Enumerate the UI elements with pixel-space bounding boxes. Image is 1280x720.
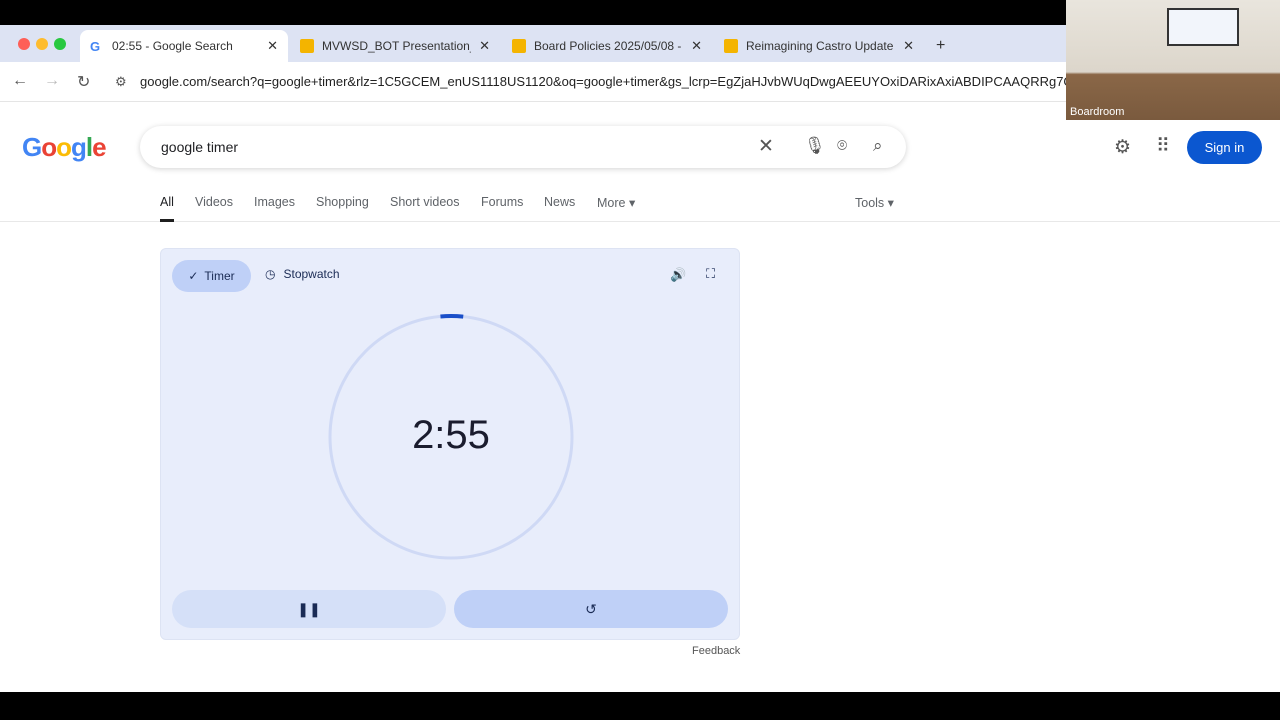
stopwatch-label: Stopwatch (283, 267, 340, 281)
site-settings-icon[interactable]: ⚙ (115, 74, 127, 90)
tab-all[interactable]: All (160, 195, 174, 222)
feedback-link[interactable]: Feedback (692, 645, 740, 657)
close-window-button[interactable] (18, 38, 30, 50)
check-icon: ✓ (188, 269, 199, 283)
google-favicon-icon: G (90, 39, 101, 54)
timer-label: Timer (204, 269, 235, 283)
more-label: More (597, 196, 626, 210)
timer-widget: ✓ Timer ◷ Stopwatch 🔊 ⛶ 2:55 ❚❚ ↺ (160, 248, 740, 640)
timer-mode-button[interactable]: ✓ Timer (172, 260, 251, 292)
search-box[interactable]: google timer ✕ 🎙 ⌾ ⌕ (140, 126, 906, 168)
close-tab-icon[interactable]: ✕ (691, 38, 702, 54)
slides-favicon-icon (512, 39, 526, 53)
browser-tab[interactable]: Board Policies 2025/05/08 - ✕ (502, 30, 712, 62)
browser-tab[interactable]: MVWSD_BOT Presentation_F ✕ (290, 30, 500, 62)
search-tabs: All Videos Images Shopping Short videos … (0, 185, 1280, 222)
browser-window: G 02:55 - Google Search ✕ MVWSD_BOT Prese… (0, 25, 1280, 692)
google-logo[interactable]: Google (22, 132, 107, 163)
stopwatch-mode-button[interactable]: ◷ Stopwatch (265, 267, 340, 281)
browser-tab[interactable]: Reimagining Castro Update M ✕ (714, 30, 924, 62)
new-tab-button[interactable]: + (926, 30, 955, 62)
sign-in-button[interactable]: Sign in (1187, 131, 1262, 164)
close-tab-icon[interactable]: ✕ (903, 38, 914, 54)
pause-icon: ❚❚ (297, 600, 321, 617)
video-label: Boardroom (1070, 106, 1125, 118)
tools-label: Tools (855, 196, 885, 210)
reset-icon: ↺ (585, 600, 597, 617)
lens-camera-icon[interactable]: ⌾ (837, 136, 847, 156)
tools-button[interactable]: Tools ▾ (855, 195, 894, 210)
back-icon[interactable]: ← (12, 72, 28, 90)
tab-videos[interactable]: Videos (195, 195, 233, 209)
forward-icon[interactable]: → (44, 72, 60, 90)
pause-button[interactable]: ❚❚ (172, 590, 446, 628)
maximize-window-button[interactable] (54, 38, 66, 50)
close-tab-icon[interactable]: ✕ (267, 38, 278, 54)
url-field[interactable]: google.com/search?q=google+timer&rlz=1C5… (140, 74, 1070, 89)
tab-forums[interactable]: Forums (481, 195, 523, 209)
sound-icon[interactable]: 🔊 (670, 267, 686, 283)
clock-icon: ◷ (265, 267, 276, 281)
video-overlay: Boardroom (1066, 0, 1280, 120)
fullscreen-icon[interactable]: ⛶ (706, 266, 715, 282)
slides-favicon-icon (724, 39, 738, 53)
microphone-icon[interactable]: 🎙 (804, 136, 826, 156)
browser-tab[interactable]: G 02:55 - Google Search ✕ (80, 30, 288, 62)
tab-short-videos[interactable]: Short videos (390, 195, 459, 209)
timer-display[interactable]: 2:55 (161, 413, 741, 458)
tab-images[interactable]: Images (254, 195, 295, 209)
reload-icon[interactable]: ↻ (77, 72, 90, 92)
close-tab-icon[interactable]: ✕ (479, 38, 490, 54)
apps-grid-icon[interactable]: ⠿ (1156, 135, 1170, 158)
boardroom-screen-image (1167, 8, 1239, 46)
settings-gear-icon[interactable]: ⚙ (1114, 136, 1131, 159)
tab-news[interactable]: News (544, 195, 575, 209)
minimize-window-button[interactable] (36, 38, 48, 50)
reset-button[interactable]: ↺ (454, 590, 728, 628)
search-input[interactable]: google timer (161, 139, 238, 155)
slides-favicon-icon (300, 39, 314, 53)
search-icon[interactable]: ⌕ (873, 136, 883, 156)
tab-shopping[interactable]: Shopping (316, 195, 369, 209)
clear-icon[interactable]: ✕ (758, 135, 774, 158)
tab-more[interactable]: More ▾ (597, 195, 635, 210)
